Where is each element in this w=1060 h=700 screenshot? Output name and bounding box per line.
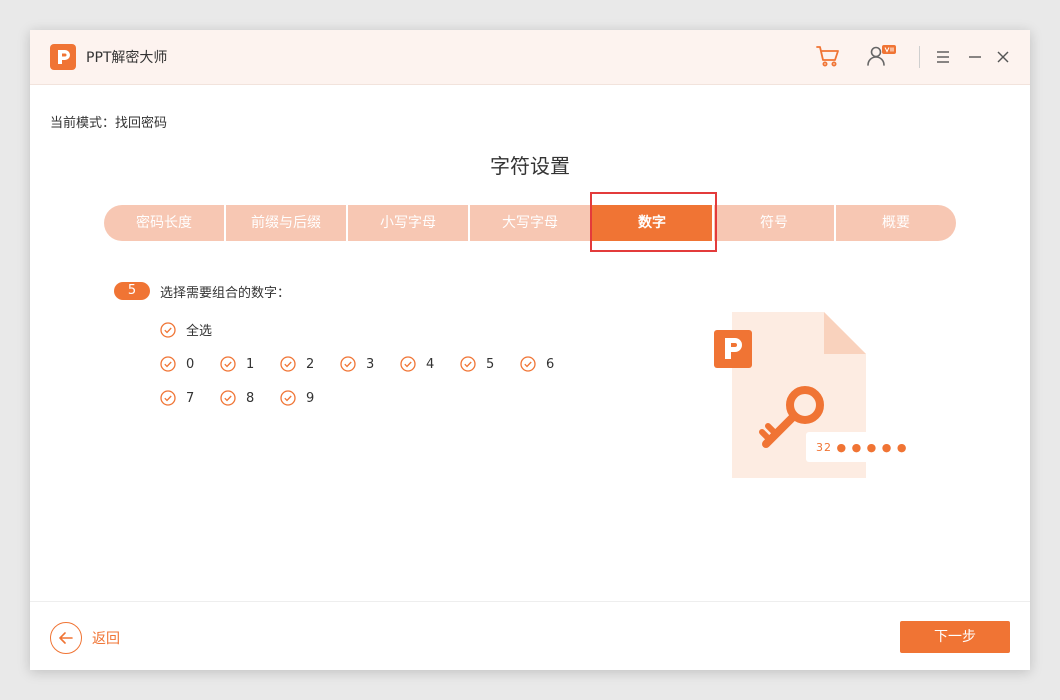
password-key-illustration: 32 ● ● ● ● ● bbox=[710, 308, 910, 488]
digit-label: 9 bbox=[306, 390, 315, 406]
step-tab-lowercase[interactable]: 小写字母 bbox=[348, 205, 470, 241]
cart-icon[interactable] bbox=[814, 42, 842, 70]
check-circle-icon bbox=[400, 356, 416, 372]
digit-label: 7 bbox=[186, 390, 195, 406]
step-tabs: 密码长度 前缀与后缀 小写字母 大写字母 数字 符号 概要 bbox=[104, 205, 956, 241]
digit-label: 3 bbox=[366, 356, 375, 372]
digit-label: 0 bbox=[186, 356, 195, 372]
back-button[interactable]: 返回 bbox=[50, 622, 120, 654]
step-tab-password-length[interactable]: 密码长度 bbox=[104, 205, 226, 241]
next-step-button[interactable]: 下一步 bbox=[900, 621, 1010, 653]
title-bar: PPT解密大师 bbox=[30, 30, 1030, 85]
password-sample-text: 32 ● ● ● ● ● bbox=[816, 441, 908, 454]
titlebar-divider bbox=[919, 46, 920, 68]
check-circle-icon bbox=[460, 356, 476, 372]
digit-checkbox-2[interactable]: 2 bbox=[280, 356, 314, 372]
digit-label: 6 bbox=[546, 356, 555, 372]
check-circle-icon bbox=[280, 356, 296, 372]
digit-label: 8 bbox=[246, 390, 255, 406]
check-circle-icon bbox=[340, 356, 356, 372]
check-circle-icon bbox=[160, 356, 176, 372]
digit-checkbox-6[interactable]: 6 bbox=[520, 356, 554, 372]
menu-icon[interactable] bbox=[934, 48, 952, 66]
user-vip-icon[interactable] bbox=[864, 42, 896, 70]
digit-label: 4 bbox=[426, 356, 435, 372]
step-tab-digits[interactable]: 数字 bbox=[592, 205, 714, 241]
select-all-checkbox[interactable]: 全选 bbox=[160, 320, 212, 339]
check-circle-icon bbox=[520, 356, 536, 372]
digit-label: 5 bbox=[486, 356, 495, 372]
app-logo-icon bbox=[50, 44, 76, 70]
digit-checkbox-5[interactable]: 5 bbox=[460, 356, 494, 372]
digit-checkbox-9[interactable]: 9 bbox=[280, 390, 314, 406]
step-tab-prefix-suffix[interactable]: 前缀与后缀 bbox=[226, 205, 348, 241]
digit-checkbox-7[interactable]: 7 bbox=[160, 390, 194, 406]
digit-checkbox-4[interactable]: 4 bbox=[400, 356, 434, 372]
digit-checkbox-0[interactable]: 0 bbox=[160, 356, 194, 372]
footer-bar: 返回 下一步 bbox=[30, 601, 1030, 670]
digit-label: 1 bbox=[246, 356, 255, 372]
back-label: 返回 bbox=[92, 631, 120, 647]
section-number-badge: 5 bbox=[114, 282, 150, 300]
check-circle-icon bbox=[280, 390, 296, 406]
step-tab-uppercase[interactable]: 大写字母 bbox=[470, 205, 592, 241]
digit-label: 2 bbox=[306, 356, 315, 372]
close-icon[interactable] bbox=[994, 48, 1012, 66]
step-tab-symbols[interactable]: 符号 bbox=[714, 205, 836, 241]
current-mode-label: 当前模式：找回密码 bbox=[50, 116, 168, 131]
arrow-left-icon bbox=[50, 622, 82, 654]
app-window: PPT解密大师 当前模式：找回密码 字符设置 密码长度 前缀与后缀 小写字母 大… bbox=[30, 30, 1030, 670]
select-all-label: 全选 bbox=[186, 324, 213, 339]
digit-checkbox-8[interactable]: 8 bbox=[220, 390, 254, 406]
minimize-icon[interactable] bbox=[966, 48, 984, 66]
check-circle-icon bbox=[160, 321, 176, 338]
step-tab-summary[interactable]: 概要 bbox=[836, 205, 956, 241]
check-circle-icon bbox=[160, 390, 176, 406]
check-circle-icon bbox=[220, 390, 236, 406]
digit-checkbox-1[interactable]: 1 bbox=[220, 356, 254, 372]
page-title: 字符设置 bbox=[490, 154, 570, 178]
check-circle-icon bbox=[220, 356, 236, 372]
digit-checkbox-3[interactable]: 3 bbox=[340, 356, 374, 372]
section-label: 选择需要组合的数字： bbox=[160, 286, 291, 301]
app-title: PPT解密大师 bbox=[86, 50, 168, 66]
